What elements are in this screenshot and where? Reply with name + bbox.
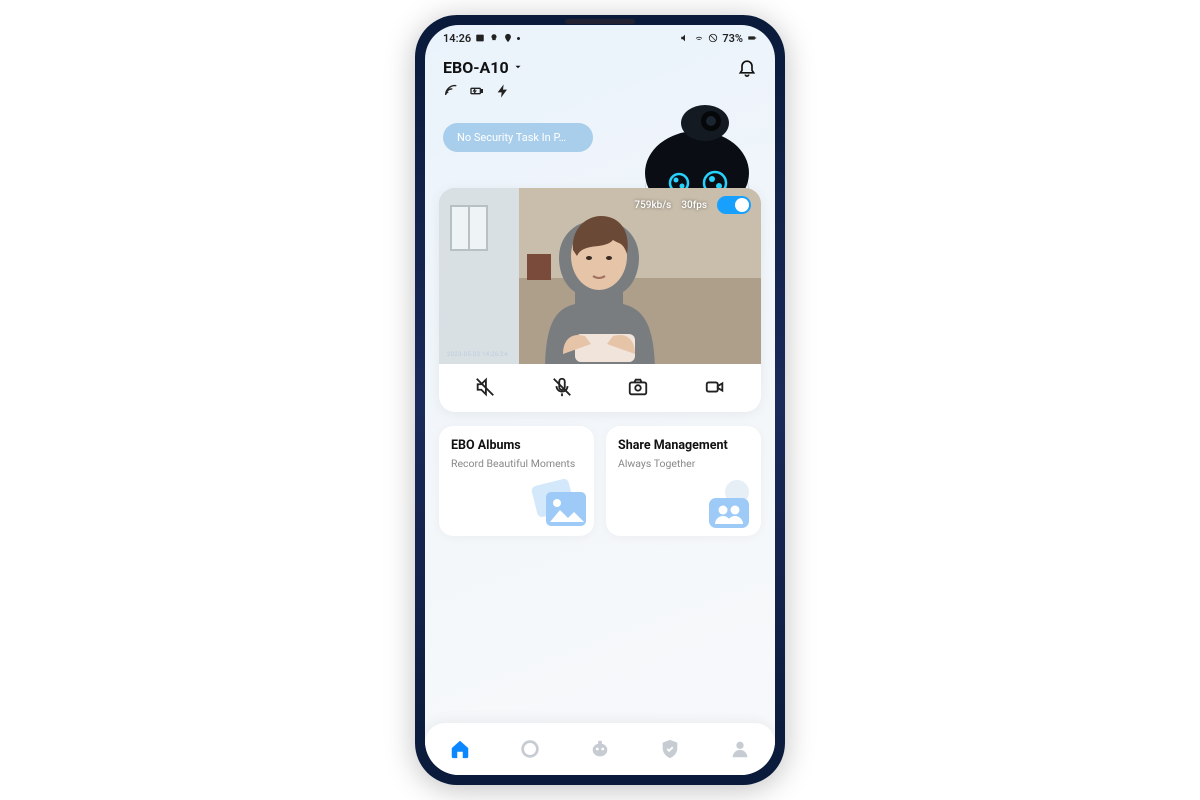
notification-bell-icon[interactable] bbox=[737, 57, 757, 77]
record-video-button[interactable] bbox=[704, 376, 726, 398]
live-video-card: 759kb/s 30fps 2023-05-03 14:26:24 bbox=[439, 188, 761, 412]
header: EBO-A10 bbox=[425, 51, 775, 81]
video-toggle[interactable] bbox=[717, 196, 751, 214]
person-in-feed bbox=[515, 204, 685, 364]
albums-subtitle: Record Beautiful Moments bbox=[451, 457, 582, 471]
wifi-icon bbox=[694, 33, 704, 43]
mic-mute-button[interactable] bbox=[551, 376, 573, 398]
albums-card-icon bbox=[530, 478, 590, 532]
albums-title: EBO Albums bbox=[451, 438, 582, 453]
video-fps: 30fps bbox=[681, 200, 707, 211]
speaker-mute-button[interactable] bbox=[474, 376, 496, 398]
screen: 14:26 73% EBO-A10 bbox=[425, 25, 775, 775]
status-time: 14:26 bbox=[443, 32, 471, 45]
status-dot bbox=[517, 37, 520, 40]
signal-icon bbox=[443, 83, 459, 99]
mute-icon bbox=[680, 33, 690, 43]
video-controls bbox=[439, 364, 761, 412]
device-selector[interactable]: EBO-A10 bbox=[443, 58, 523, 77]
share-card-icon bbox=[697, 478, 757, 532]
no-data-icon bbox=[708, 33, 718, 43]
device-status-icons bbox=[425, 81, 775, 105]
video-timestamp: 2023-05-03 14:26:24 bbox=[447, 351, 508, 358]
share-management-card[interactable]: Share Management Always Together bbox=[606, 426, 761, 536]
feature-cards-row: EBO Albums Record Beautiful Moments Shar… bbox=[425, 412, 775, 536]
video-bitrate: 759kb/s bbox=[634, 200, 671, 211]
phone-frame: 14:26 73% EBO-A10 bbox=[415, 15, 785, 785]
image-icon bbox=[475, 33, 485, 43]
share-subtitle: Always Together bbox=[618, 457, 749, 471]
snapshot-button[interactable] bbox=[627, 376, 649, 398]
location-icon bbox=[503, 33, 513, 43]
albums-card[interactable]: EBO Albums Record Beautiful Moments bbox=[439, 426, 594, 536]
lightbulb-icon bbox=[489, 33, 499, 43]
nav-circle[interactable] bbox=[519, 738, 541, 760]
bottom-nav bbox=[425, 723, 775, 775]
device-name: EBO-A10 bbox=[443, 58, 509, 77]
share-title: Share Management bbox=[618, 438, 749, 453]
nav-home[interactable] bbox=[449, 738, 471, 760]
status-bar: 14:26 73% bbox=[425, 25, 775, 51]
chevron-down-icon bbox=[513, 62, 523, 72]
security-status-pill[interactable]: No Security Task In P… bbox=[443, 123, 593, 152]
nav-security[interactable] bbox=[659, 738, 681, 760]
battery-charge-icon bbox=[469, 83, 485, 99]
bolt-icon bbox=[495, 83, 511, 99]
battery-icon bbox=[747, 33, 757, 43]
nav-profile[interactable] bbox=[729, 738, 751, 760]
live-video-feed[interactable]: 759kb/s 30fps 2023-05-03 14:26:24 bbox=[439, 188, 761, 364]
nav-robot[interactable] bbox=[589, 738, 611, 760]
battery-percent: 73% bbox=[722, 32, 743, 45]
